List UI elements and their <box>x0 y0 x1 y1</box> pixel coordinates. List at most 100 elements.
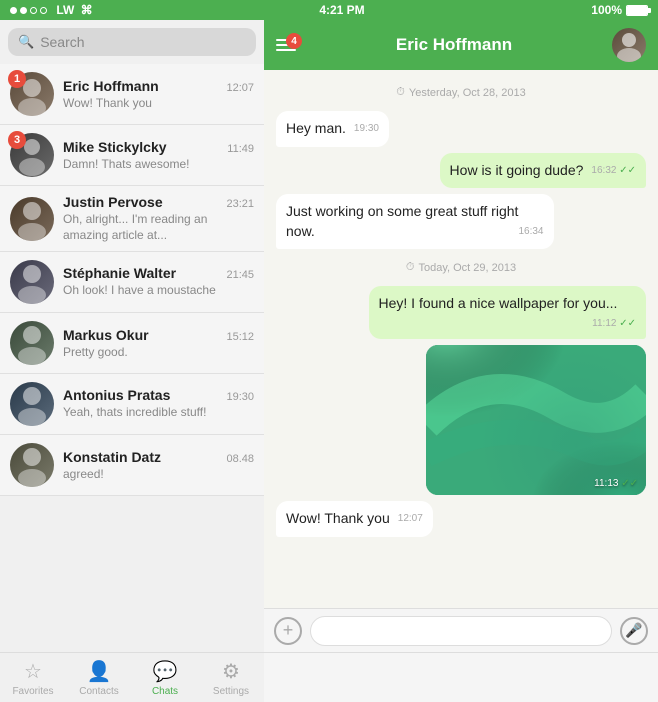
message-row: Hey! I found a nice wallpaper for you...… <box>276 286 646 339</box>
unread-badge: 1 <box>8 70 26 88</box>
avatar <box>10 197 54 241</box>
voice-message-button[interactable]: 🎤 <box>620 617 648 645</box>
contact-name: Antonius Pratas <box>63 387 170 403</box>
search-placeholder: Search <box>40 34 84 50</box>
message-preview: Pretty good. <box>63 345 254 359</box>
avatar-wrap <box>10 260 54 304</box>
favorites-icon: ☆ <box>24 659 42 684</box>
message-text: How is it going dude? <box>450 162 584 178</box>
avatar-wrap: 1 <box>10 72 54 116</box>
list-item[interactable]: Konstatin Datz 08.48 agreed! <box>0 435 264 496</box>
image-message-bubble: 11:13 ✓✓ <box>426 345 646 495</box>
avatar-wrap: 3 <box>10 133 54 177</box>
nav-item-favorites[interactable]: ☆ Favorites <box>0 653 66 702</box>
chat-header-bar: 4 Eric Hoffmann <box>264 20 658 70</box>
menu-button[interactable]: 4 <box>276 39 296 51</box>
avatar <box>10 443 54 487</box>
contact-name: Konstatin Datz <box>63 449 161 465</box>
chat-list: 1 Eric Hoffmann 12:07 Wow! Thank you 3 <box>0 64 264 652</box>
battery-percent: 100% <box>591 3 622 17</box>
battery-icon <box>626 5 648 16</box>
message-input[interactable] <box>310 616 612 646</box>
message-time: 15:12 <box>226 331 254 343</box>
message-preview: agreed! <box>63 467 254 481</box>
contact-avatar[interactable] <box>612 28 646 62</box>
chat-info: Antonius Pratas 19:30 Yeah, thats incred… <box>63 387 254 421</box>
avatar <box>10 260 54 304</box>
chat-item-header: Eric Hoffmann 12:07 <box>63 78 254 94</box>
nav-right <box>264 652 658 702</box>
chat-item-header: Mike Stickylcky 11:49 <box>63 139 254 155</box>
date-label: Yesterday, Oct 28, 2013 <box>409 87 526 99</box>
chat-info: Justin Pervose 23:21 Oh, alright... I'm … <box>63 194 254 243</box>
message-timestamp: 19:30 <box>354 122 379 136</box>
list-item[interactable]: Antonius Pratas 19:30 Yeah, thats incred… <box>0 374 264 435</box>
message-time: 21:45 <box>226 269 254 281</box>
message-text: Just working on some great stuff right n… <box>286 203 518 239</box>
chats-icon: 💬 <box>153 659 178 684</box>
signal-area: LW ⌘ <box>10 3 93 17</box>
contact-name: Stéphanie Walter <box>63 265 176 281</box>
message-timestamp: 11:12 ✓✓ <box>592 317 636 331</box>
chat-info: Markus Okur 15:12 Pretty good. <box>63 327 254 359</box>
left-panel: 🔍 Search 1 Eric Hoffmann 12:07 Wow <box>0 20 264 652</box>
message-preview: Yeah, thats incredible stuff! <box>63 405 254 421</box>
avatar-wrap <box>10 382 54 426</box>
image-attachment <box>426 345 646 495</box>
message-row: Just working on some great stuff right n… <box>276 194 646 249</box>
nav-left: ☆ Favorites 👤 Contacts 💬 Chats ⚙ Setting… <box>0 652 264 702</box>
settings-icon: ⚙ <box>222 659 240 684</box>
chat-item-header: Markus Okur 15:12 <box>63 327 254 343</box>
message-bubble: Wow! Thank you 12:07 <box>276 501 433 537</box>
clock-icon: ⏱ <box>396 86 405 99</box>
chat-input-bar: + 🎤 <box>264 608 658 652</box>
chat-info: Mike Stickylcky 11:49 Damn! Thats awesom… <box>63 139 254 171</box>
contact-name: Mike Stickylcky <box>63 139 167 155</box>
messages-area: ⏱ Yesterday, Oct 28, 2013 Hey man. 19:30… <box>264 70 658 608</box>
date-divider: ⏱ Yesterday, Oct 28, 2013 <box>276 86 646 99</box>
list-item[interactable]: 1 Eric Hoffmann 12:07 Wow! Thank you <box>0 64 264 125</box>
message-bubble: Hey man. 19:30 <box>276 111 389 147</box>
nav-item-contacts[interactable]: 👤 Contacts <box>66 653 132 702</box>
carrier-label: LW <box>56 3 74 17</box>
message-preview: Oh, alright... I'm reading an amazing ar… <box>63 212 254 243</box>
contact-name: Markus Okur <box>63 327 149 343</box>
date-divider: ⏱ Today, Oct 29, 2013 <box>276 261 646 274</box>
avatar <box>10 321 54 365</box>
chat-item-header: Antonius Pratas 19:30 <box>63 387 254 403</box>
nav-item-chats[interactable]: 💬 Chats <box>132 653 198 702</box>
message-row: 11:13 ✓✓ <box>276 345 646 495</box>
avatar-wrap <box>10 443 54 487</box>
contact-name: Eric Hoffmann <box>63 78 159 94</box>
message-time: 08.48 <box>226 453 254 465</box>
chat-item-header: Justin Pervose 23:21 <box>63 194 254 210</box>
chat-info: Stéphanie Walter 21:45 Oh look! I have a… <box>63 265 254 299</box>
favorites-label: Favorites <box>12 686 53 697</box>
avatar-wrap <box>10 197 54 241</box>
list-item[interactable]: 3 Mike Stickylcky 11:49 Damn! Thats awes… <box>0 125 264 186</box>
message-text: Hey man. <box>286 120 346 136</box>
message-bubble: Hey! I found a nice wallpaper for you...… <box>369 286 647 339</box>
date-label: Today, Oct 29, 2013 <box>418 262 516 274</box>
nav-item-settings[interactable]: ⚙ Settings <box>198 653 264 702</box>
read-ticks: ✓✓ <box>621 478 638 489</box>
add-attachment-button[interactable]: + <box>274 617 302 645</box>
read-ticks: ✓✓ <box>619 318 636 329</box>
settings-label: Settings <box>213 686 249 697</box>
message-timestamp: 12:07 <box>398 512 423 526</box>
list-item[interactable]: Stéphanie Walter 21:45 Oh look! I have a… <box>0 252 264 313</box>
avatar-wrap <box>10 321 54 365</box>
message-time: 11:49 <box>227 143 254 155</box>
list-item[interactable]: Justin Pervose 23:21 Oh, alright... I'm … <box>0 186 264 252</box>
message-row: Wow! Thank you 12:07 <box>276 501 646 537</box>
message-row: Hey man. 19:30 <box>276 111 646 147</box>
menu-badge: 4 <box>286 33 302 49</box>
read-ticks: ✓✓ <box>619 165 636 176</box>
search-icon: 🔍 <box>18 34 34 50</box>
unread-badge: 3 <box>8 131 26 149</box>
contact-name: Justin Pervose <box>63 194 163 210</box>
list-item[interactable]: Markus Okur 15:12 Pretty good. <box>0 313 264 374</box>
search-bar[interactable]: 🔍 Search <box>8 28 256 56</box>
clock-icon: ⏱ <box>406 261 415 274</box>
signal-dot-2 <box>20 7 27 14</box>
